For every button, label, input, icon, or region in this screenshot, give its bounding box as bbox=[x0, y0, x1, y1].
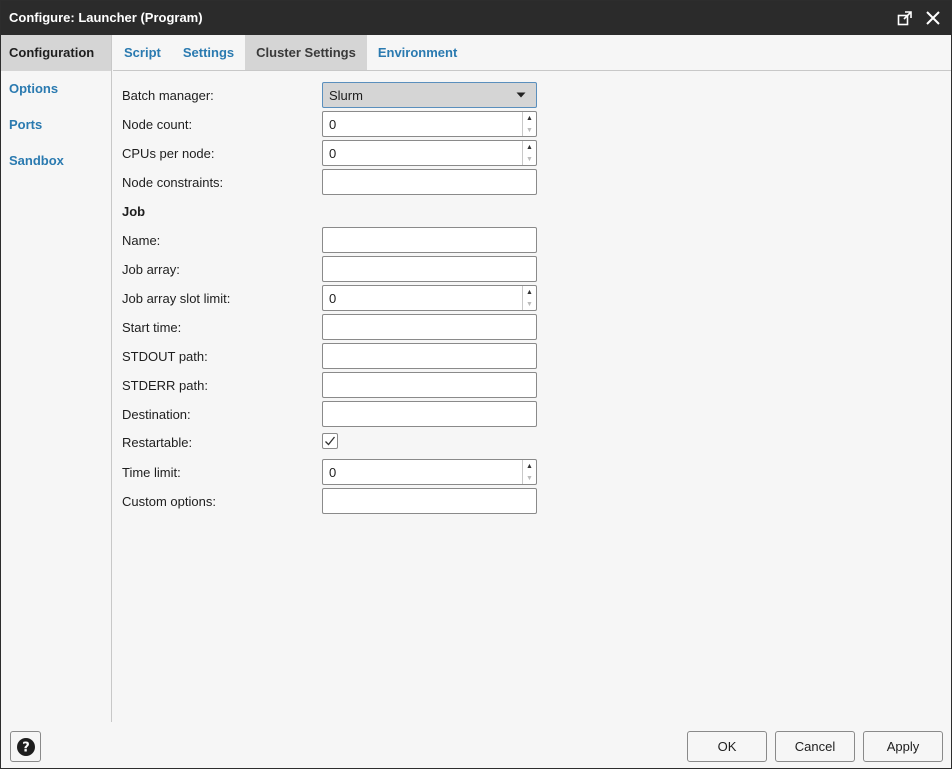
time-limit-label: Time limit: bbox=[122, 465, 181, 480]
sidebar: Configuration Options Ports Sandbox bbox=[1, 35, 112, 722]
name-field[interactable] bbox=[322, 227, 537, 253]
tab-bar: Script Settings Cluster Settings Environ… bbox=[113, 35, 951, 71]
apply-button[interactable]: Apply bbox=[863, 731, 943, 762]
time-limit-stepper[interactable]: ▲ ▼ bbox=[322, 459, 537, 485]
window-title: Configure: Launcher (Program) bbox=[9, 10, 203, 25]
cpus-per-node-stepper[interactable]: ▲ ▼ bbox=[322, 140, 537, 166]
cluster-settings-panel: Batch manager: Slurm Node count: ▲ ▼ CPU… bbox=[113, 72, 951, 722]
ok-button[interactable]: OK bbox=[687, 731, 767, 762]
sidebar-item-configuration[interactable]: Configuration bbox=[1, 35, 111, 71]
stdout-path-input[interactable] bbox=[323, 344, 536, 368]
external-window-icon[interactable] bbox=[895, 8, 915, 28]
job-array-input[interactable] bbox=[323, 257, 536, 281]
name-label: Name: bbox=[122, 233, 161, 248]
custom-options-field[interactable] bbox=[322, 488, 537, 514]
time-limit-spin-buttons: ▲ ▼ bbox=[522, 460, 536, 484]
help-button[interactable]: ? bbox=[10, 731, 41, 762]
chevron-down-icon bbox=[516, 92, 526, 98]
checkmark-icon bbox=[325, 436, 336, 446]
sidebar-item-ports[interactable]: Ports bbox=[1, 107, 111, 143]
batch-manager-label: Batch manager: bbox=[122, 88, 214, 103]
job-section-heading: Job bbox=[122, 204, 146, 219]
tab-script[interactable]: Script bbox=[113, 35, 172, 70]
tab-cluster-settings[interactable]: Cluster Settings bbox=[245, 35, 367, 70]
job-array-field[interactable] bbox=[322, 256, 537, 282]
batch-manager-select[interactable]: Slurm bbox=[322, 82, 537, 108]
svg-text:?: ? bbox=[22, 740, 30, 755]
cpus-per-node-spin-buttons: ▲ ▼ bbox=[522, 141, 536, 165]
job-array-slot-limit-stepper[interactable]: ▲ ▼ bbox=[322, 285, 537, 311]
spin-up-icon[interactable]: ▲ bbox=[523, 141, 536, 153]
stderr-path-input[interactable] bbox=[323, 373, 536, 397]
spin-up-icon[interactable]: ▲ bbox=[523, 460, 536, 472]
spin-down-icon[interactable]: ▼ bbox=[523, 472, 536, 484]
sidebar-item-options[interactable]: Options bbox=[1, 71, 111, 107]
node-constraints-input[interactable] bbox=[323, 170, 536, 194]
start-time-field[interactable] bbox=[322, 314, 537, 340]
cancel-button[interactable]: Cancel bbox=[775, 731, 855, 762]
job-array-slot-limit-input[interactable] bbox=[323, 286, 521, 310]
stdout-path-label: STDOUT path: bbox=[122, 349, 208, 364]
restartable-label: Restartable: bbox=[122, 435, 193, 450]
destination-input[interactable] bbox=[323, 402, 536, 426]
tab-environment[interactable]: Environment bbox=[367, 35, 468, 70]
spin-up-icon[interactable]: ▲ bbox=[523, 286, 536, 298]
custom-options-label: Custom options: bbox=[122, 494, 216, 509]
spin-down-icon[interactable]: ▼ bbox=[523, 124, 536, 136]
stdout-path-field[interactable] bbox=[322, 343, 537, 369]
node-count-input[interactable] bbox=[323, 112, 521, 136]
stderr-path-label: STDERR path: bbox=[122, 378, 208, 393]
spin-down-icon[interactable]: ▼ bbox=[523, 298, 536, 310]
stderr-path-field[interactable] bbox=[322, 372, 537, 398]
start-time-input[interactable] bbox=[323, 315, 536, 339]
spin-up-icon[interactable]: ▲ bbox=[523, 112, 536, 124]
name-input[interactable] bbox=[323, 228, 536, 252]
help-icon: ? bbox=[16, 737, 35, 756]
configure-dialog: Configure: Launcher (Program) Configurat… bbox=[0, 0, 952, 769]
job-array-label: Job array: bbox=[122, 262, 180, 277]
cpus-per-node-input[interactable] bbox=[323, 141, 521, 165]
node-count-stepper[interactable]: ▲ ▼ bbox=[322, 111, 537, 137]
node-count-spin-buttons: ▲ ▼ bbox=[522, 112, 536, 136]
start-time-label: Start time: bbox=[122, 320, 182, 335]
close-icon[interactable] bbox=[923, 8, 943, 28]
restartable-checkbox[interactable] bbox=[322, 433, 338, 449]
batch-manager-value: Slurm bbox=[329, 88, 363, 103]
destination-label: Destination: bbox=[122, 407, 191, 422]
dialog-footer: ? OK Cancel Apply bbox=[1, 722, 951, 768]
sidebar-item-sandbox[interactable]: Sandbox bbox=[1, 143, 111, 179]
node-count-label: Node count: bbox=[122, 117, 193, 132]
spin-down-icon[interactable]: ▼ bbox=[523, 153, 536, 165]
node-constraints-label: Node constraints: bbox=[122, 175, 224, 190]
title-bar: Configure: Launcher (Program) bbox=[1, 1, 951, 35]
time-limit-input[interactable] bbox=[323, 460, 521, 484]
tab-settings[interactable]: Settings bbox=[172, 35, 245, 70]
job-array-slot-limit-spin-buttons: ▲ ▼ bbox=[522, 286, 536, 310]
job-array-slot-limit-label: Job array slot limit: bbox=[122, 291, 231, 306]
custom-options-input[interactable] bbox=[323, 489, 536, 513]
cpus-per-node-label: CPUs per node: bbox=[122, 146, 215, 161]
node-constraints-field[interactable] bbox=[322, 169, 537, 195]
destination-field[interactable] bbox=[322, 401, 537, 427]
